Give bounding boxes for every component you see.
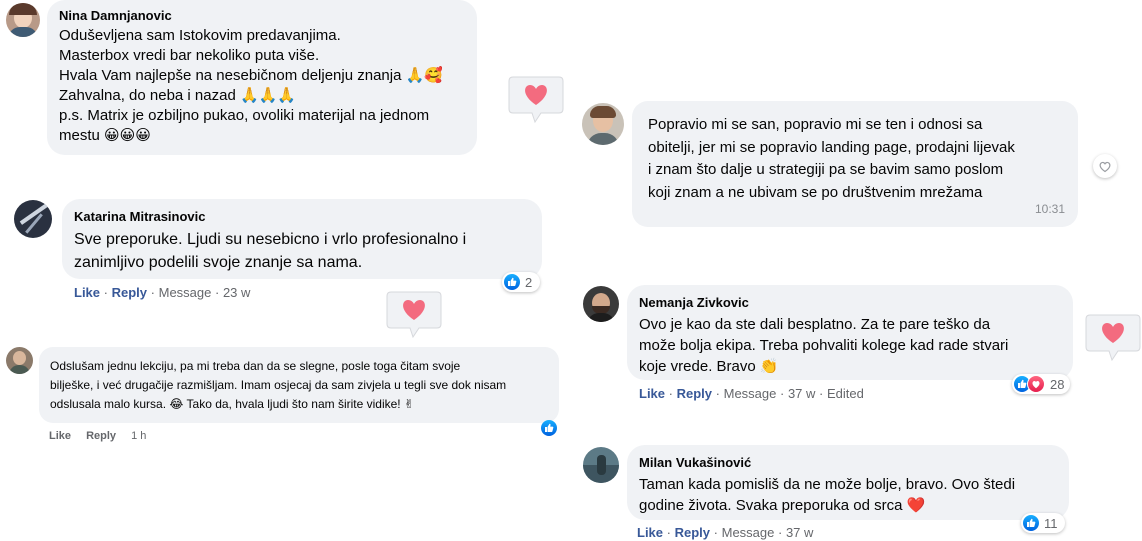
heart-outline-icon[interactable] bbox=[1093, 154, 1117, 178]
reaction-count: 11 bbox=[1044, 515, 1058, 531]
comment-author[interactable]: Nina Damnjanovic bbox=[59, 8, 465, 23]
message-time: 10:31 bbox=[1034, 202, 1065, 216]
avatar-chat-sender[interactable] bbox=[582, 103, 624, 145]
comment-text: Taman kada pomisliš da ne može bolje, br… bbox=[639, 476, 1016, 514]
message-button[interactable]: Message bbox=[724, 386, 777, 401]
comment-author[interactable]: Katarina Mitrasinovic bbox=[74, 209, 530, 224]
like-button[interactable]: Like bbox=[639, 386, 665, 401]
comment-bubble-milan: Milan Vukašinović Taman kada pomisliš da… bbox=[627, 445, 1069, 520]
comment-bubble-katarina: Katarina Mitrasinovic Sve preporuke. Lju… bbox=[62, 199, 542, 279]
message-button[interactable]: Message bbox=[159, 285, 212, 300]
reaction-count-badge[interactable]: 28 bbox=[1012, 374, 1070, 394]
like-button[interactable]: Like bbox=[74, 285, 100, 300]
like-button[interactable]: Like bbox=[637, 525, 663, 540]
comment-text: Ovo je kao da ste dali besplatno. Za te … bbox=[639, 316, 1009, 375]
avatar-commenter[interactable] bbox=[6, 347, 33, 374]
edited-label: Edited bbox=[827, 386, 864, 401]
like-button[interactable]: Like bbox=[49, 430, 71, 442]
comment-bubble-anon: Odslušam jednu lekciju, pa mi treba dan … bbox=[39, 347, 559, 423]
like-icon bbox=[504, 274, 520, 290]
comment-author[interactable]: Nemanja Zivkovic bbox=[639, 295, 1061, 310]
comment-text: Sve preporuke. Ljudi su nesebicno i vrlo… bbox=[74, 231, 467, 271]
reaction-count-badge[interactable]: 2 bbox=[502, 272, 540, 292]
reply-button[interactable]: Reply bbox=[112, 285, 147, 300]
comment-time[interactable]: 23 w bbox=[223, 285, 250, 300]
comment-bubble-nemanja: Nemanja Zivkovic Ovo je kao da ste dali … bbox=[627, 285, 1073, 380]
comment-actions: Like · Reply · Message · 23 w bbox=[74, 285, 251, 300]
comment-author[interactable]: Milan Vukašinović bbox=[639, 455, 1057, 470]
message-text: Popravio mi se san, popravio mi se ten i… bbox=[648, 116, 1015, 201]
reply-button[interactable]: Reply bbox=[86, 430, 116, 442]
comment-actions: Like · Reply · Message · 37 w bbox=[637, 525, 814, 540]
reply-button[interactable]: Reply bbox=[675, 525, 710, 540]
reply-button[interactable]: Reply bbox=[677, 386, 712, 401]
avatar-nina[interactable] bbox=[6, 3, 40, 37]
reaction-count: 28 bbox=[1050, 376, 1065, 392]
comment-actions: Like Reply 1 h bbox=[49, 430, 146, 442]
like-icon[interactable] bbox=[541, 420, 557, 436]
message-button[interactable]: Message bbox=[722, 525, 775, 540]
comment-time[interactable]: 1 h bbox=[131, 430, 146, 442]
comment-bubble-nina: Nina Damnjanovic Oduševljena sam Istokov… bbox=[47, 0, 477, 155]
heart-sticker-icon bbox=[508, 76, 564, 124]
comment-actions: Like · Reply · Message · 37 w · Edited bbox=[639, 386, 864, 401]
reaction-count-badge[interactable]: 11 bbox=[1021, 513, 1065, 533]
avatar-katarina[interactable] bbox=[14, 200, 52, 238]
comment-text: Oduševljena sam Istokovim predavanjima. … bbox=[59, 27, 443, 144]
avatar-milan[interactable] bbox=[583, 447, 619, 483]
reaction-count: 2 bbox=[525, 274, 533, 290]
comment-text: Odslušam jednu lekciju, pa mi treba dan … bbox=[50, 359, 507, 411]
love-icon bbox=[1027, 375, 1045, 393]
heart-sticker-icon bbox=[386, 291, 442, 339]
chat-message-bubble: Popravio mi se san, popravio mi se ten i… bbox=[632, 101, 1078, 227]
comment-time[interactable]: 37 w bbox=[788, 386, 815, 401]
comment-time[interactable]: 37 w bbox=[786, 525, 813, 540]
like-icon bbox=[1023, 515, 1039, 531]
avatar-nemanja[interactable] bbox=[583, 286, 619, 322]
heart-sticker-icon bbox=[1085, 314, 1141, 362]
